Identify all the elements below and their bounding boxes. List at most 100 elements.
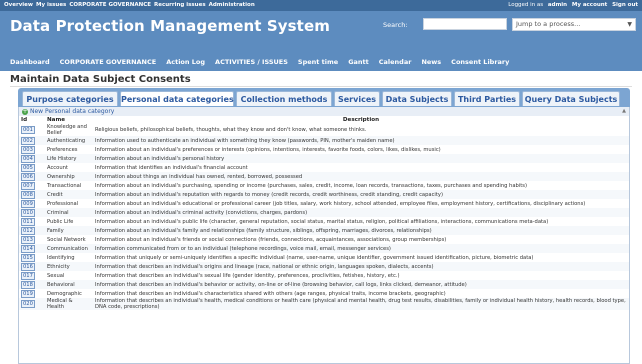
- tab-personal-data-categories[interactable]: Personal data categories: [120, 91, 234, 106]
- main-nav-item[interactable]: ACTIVITIES / ISSUES: [215, 58, 288, 66]
- personal-data-categories-panel: + New Personal data category ▲ Id Name De…: [18, 107, 630, 364]
- jump-to-process-select[interactable]: Jump to a process... ▼: [512, 18, 636, 31]
- row-id-link[interactable]: 001: [21, 126, 35, 134]
- row-id-link[interactable]: 016: [21, 262, 35, 271]
- row-description: Information used to authenticate an indi…: [93, 136, 629, 145]
- panel-toolbar: + New Personal data category ▲: [19, 107, 629, 116]
- row-id-link[interactable]: 003: [21, 145, 35, 154]
- row-description: Information communicated from or to an i…: [93, 244, 629, 253]
- top-menu-link[interactable]: Overview: [4, 2, 33, 8]
- personal-data-categories-table: Id Name Description 001 Knowledge and Bel…: [19, 116, 629, 310]
- new-personal-data-category-link[interactable]: New Personal data category: [30, 108, 114, 115]
- main-nav-item[interactable]: Action Log: [166, 58, 205, 66]
- table-row: 003 Preferences Information about an indiv…: [19, 145, 629, 154]
- row-description: Religious beliefs, philosophical beliefs…: [95, 127, 367, 133]
- search-label: Search:: [383, 21, 408, 29]
- row-id-link[interactable]: 008: [21, 190, 35, 199]
- row-description: Information about an individual's person…: [93, 154, 629, 163]
- row-name: Professional: [47, 200, 79, 207]
- row-name: Criminal: [45, 208, 93, 217]
- jump-select-value: Jump to a process...: [516, 20, 581, 28]
- row-name: Demographic: [47, 290, 82, 297]
- row-id-cell: 002: [19, 136, 45, 145]
- row-id-link[interactable]: 006: [21, 172, 35, 181]
- row-name: Sexual: [47, 272, 65, 279]
- row-id-link[interactable]: 012: [21, 226, 35, 235]
- row-id-link[interactable]: 014: [21, 244, 35, 253]
- top-menu-link[interactable]: CORPORATE GOVERNANCE: [69, 2, 151, 8]
- row-id-cell: 015: [19, 253, 45, 262]
- table-row: 019 Demographic Information that describes…: [19, 289, 629, 298]
- row-id-link[interactable]: 007: [21, 181, 35, 190]
- tab-collection-methods[interactable]: Collection methods: [236, 91, 332, 106]
- table-row: 017 Sexual Information that describes an i…: [19, 271, 629, 280]
- row-name: Account: [47, 164, 68, 171]
- row-id-cell: 012: [19, 226, 45, 235]
- row-name: Knowledge and Belief: [47, 124, 87, 136]
- row-id-link[interactable]: 004: [21, 154, 35, 163]
- top-menu-link[interactable]: Administration: [209, 2, 255, 8]
- row-id-cell: 011: [19, 217, 45, 226]
- my-account-link[interactable]: My account: [572, 2, 607, 8]
- chevron-down-icon: ▼: [627, 21, 632, 28]
- row-id-link[interactable]: 005: [21, 163, 35, 172]
- user-link[interactable]: admin: [548, 2, 567, 8]
- column-header-id: Id: [21, 117, 28, 123]
- row-id-cell: 001: [19, 124, 45, 136]
- row-description: Information about an individual's educat…: [95, 200, 586, 207]
- row-name: Identifying: [47, 254, 75, 261]
- row-id-link[interactable]: 010: [21, 208, 35, 217]
- row-id-link[interactable]: 015: [21, 253, 35, 262]
- row-id-link[interactable]: 017: [21, 271, 35, 280]
- add-icon[interactable]: +: [22, 108, 28, 115]
- table-row: 002 Authenticating Information used to aut…: [19, 136, 629, 145]
- row-id-link[interactable]: 009: [21, 199, 35, 208]
- top-menu-link[interactable]: My issues: [36, 2, 66, 8]
- tab-data-subjects[interactable]: Data Subjects: [382, 91, 452, 106]
- table-row: 006 Ownership Information about things an …: [19, 172, 629, 181]
- row-id-link[interactable]: 011: [21, 217, 35, 226]
- row-id-cell: 016: [19, 262, 45, 271]
- tab-services[interactable]: Services: [334, 91, 380, 106]
- top-menu-link[interactable]: Recurring issues: [154, 2, 206, 8]
- row-id-link[interactable]: 020: [21, 300, 35, 308]
- table-row: 007 Transactional Information about an ind…: [19, 181, 629, 190]
- main-nav-item[interactable]: Dashboard: [10, 58, 50, 66]
- row-id-cell: 004: [19, 154, 45, 163]
- main-nav-item[interactable]: Spent time: [298, 58, 338, 66]
- title-divider: [10, 86, 632, 87]
- main-nav-item[interactable]: Calendar: [379, 58, 412, 66]
- scroll-up-icon[interactable]: ▲: [622, 107, 626, 116]
- table-row: 014 Communication Information communicated…: [19, 244, 629, 253]
- row-id-cell: 005: [19, 163, 45, 172]
- table-row: 005 Account Information that identifies an…: [19, 163, 629, 172]
- column-header-name: Name: [47, 117, 66, 123]
- row-id-link[interactable]: 002: [21, 136, 35, 145]
- sign-out-link[interactable]: Sign out: [612, 2, 638, 8]
- main-nav-item[interactable]: Consent Library: [451, 58, 509, 66]
- main-nav-item[interactable]: CORPORATE GOVERNANCE: [60, 58, 157, 66]
- table-row: 004 Life History Information about an indi…: [19, 154, 629, 163]
- main-nav-item[interactable]: Gantt: [348, 58, 369, 66]
- row-id-link[interactable]: 013: [21, 235, 35, 244]
- row-description: Information that describes an individual…: [93, 280, 629, 289]
- row-id-cell: 006: [19, 172, 45, 181]
- top-menu-bar: Overview My issues CORPORATE GOVERNANCE Rec…: [0, 0, 642, 11]
- tab-third-parties[interactable]: Third Parties: [454, 91, 520, 106]
- top-menu-links: Overview My issues CORPORATE GOVERNANCE Rec…: [4, 0, 258, 11]
- app-title: Data Protection Management System: [10, 17, 330, 35]
- row-id-link[interactable]: 018: [21, 280, 35, 289]
- row-id-cell: 014: [19, 244, 45, 253]
- tab-purpose-categories[interactable]: Purpose categories: [22, 91, 118, 106]
- tab-bar: Purpose categories Personal data categor…: [18, 88, 630, 107]
- row-id-cell: 018: [19, 280, 45, 289]
- row-name: Life History: [45, 154, 93, 163]
- search-input[interactable]: [423, 18, 507, 30]
- row-name: Social Network: [47, 236, 86, 243]
- main-nav-item[interactable]: News: [421, 58, 441, 66]
- row-description: Information about an individual's family…: [93, 226, 629, 235]
- table-row: 016 Ethnicity Information that describes a…: [19, 262, 629, 271]
- tab-query-data-subjects[interactable]: Query Data Subjects: [522, 91, 620, 106]
- row-id-link[interactable]: 019: [21, 289, 35, 298]
- row-id-cell: 019: [19, 289, 45, 298]
